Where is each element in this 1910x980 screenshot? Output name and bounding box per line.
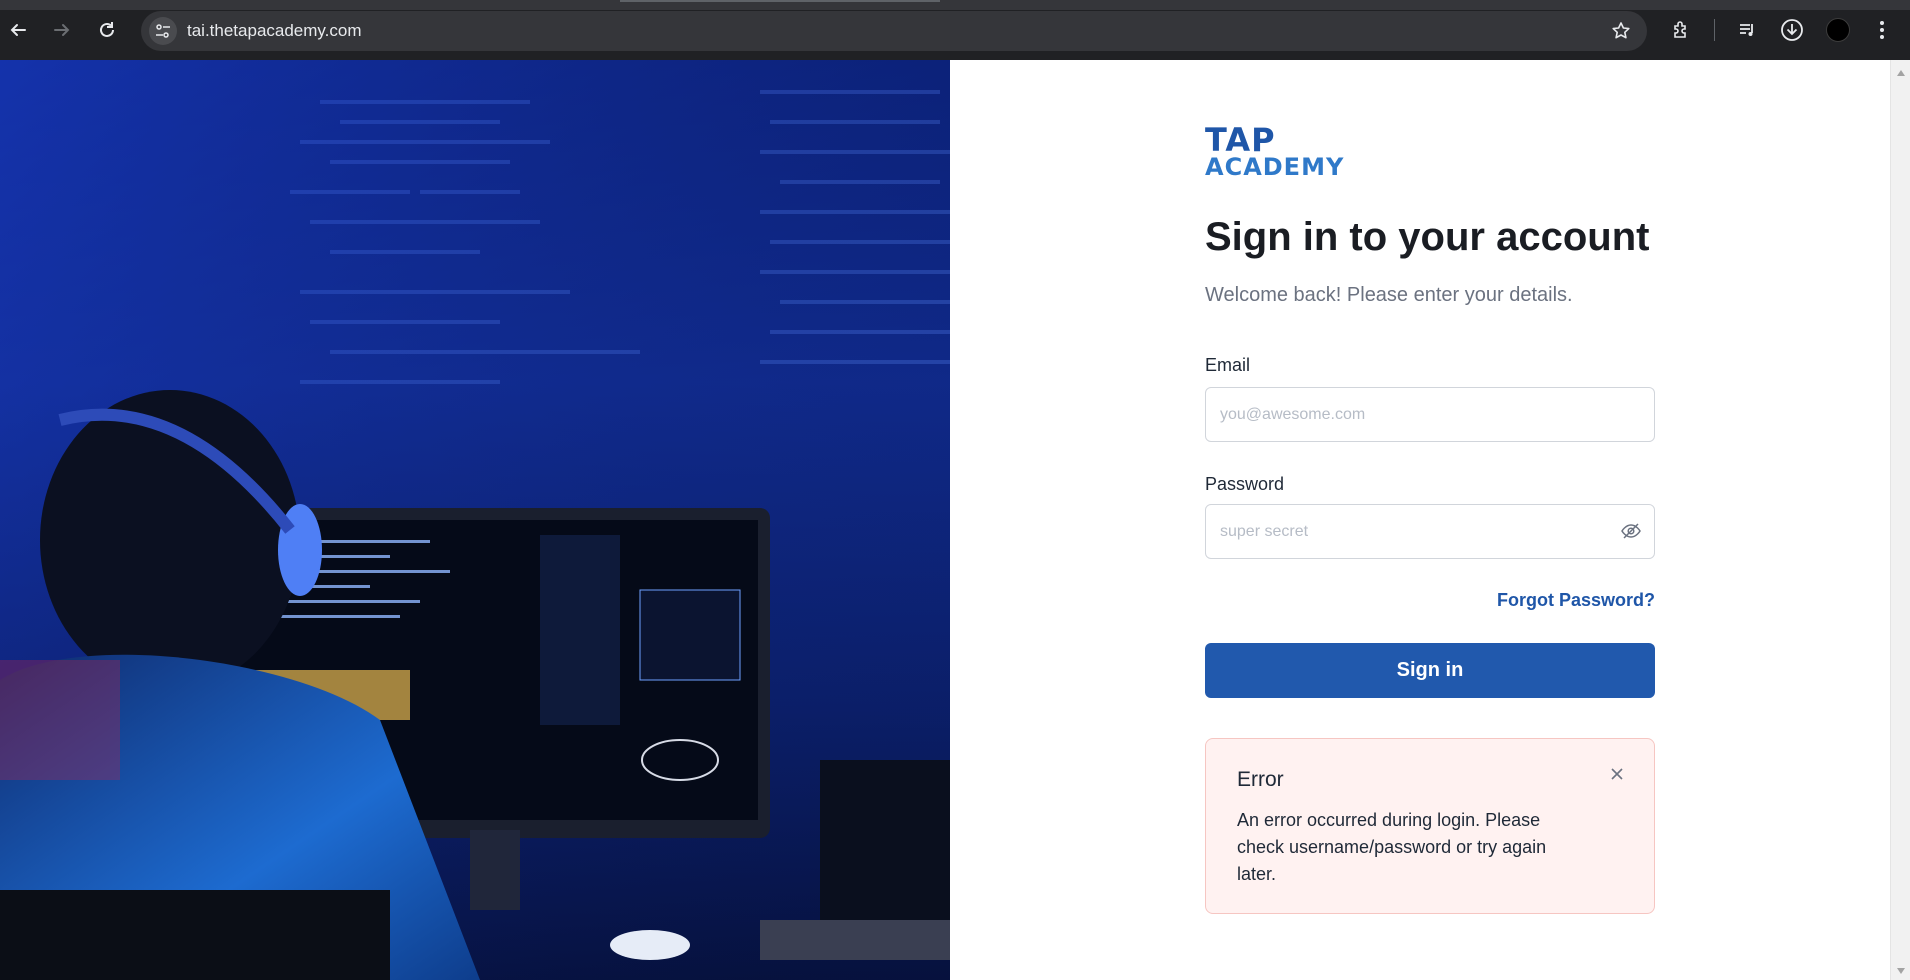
browser-toolbar: tai.thetapacademy.com (0, 0, 1910, 60)
extensions-icon[interactable] (1667, 16, 1695, 44)
tab-strip (0, 0, 1910, 10)
password-label: Password (1205, 474, 1285, 494)
error-message: An error occurred during login. Please c… (1237, 810, 1547, 884)
media-icon[interactable] (1733, 16, 1761, 44)
password-field[interactable] (1205, 504, 1655, 559)
bookmark-star-icon[interactable] (1609, 19, 1633, 43)
email-label: Email (1205, 355, 1251, 375)
email-field[interactable] (1205, 387, 1655, 442)
scroll-up-arrow[interactable] (1897, 70, 1905, 76)
error-alert: Error An error occurred during login. Pl… (1205, 738, 1655, 914)
sign-in-button[interactable]: Sign in (1205, 643, 1655, 698)
hero-developer-image (0, 60, 950, 980)
menu-icon[interactable] (1868, 16, 1896, 44)
hero-illustration (0, 60, 950, 980)
profile-avatar[interactable] (1826, 18, 1850, 42)
tab-edge (620, 0, 940, 2)
address-bar[interactable]: tai.thetapacademy.com (141, 11, 1647, 51)
forward-icon[interactable] (48, 16, 76, 44)
page-title: Sign in to your account (1205, 215, 1650, 259)
page-subtitle: Welcome back! Please enter your details. (1205, 284, 1573, 306)
tap-academy-logo: TAP ACADEMY (1205, 124, 1355, 186)
toolbar-divider (1714, 19, 1715, 41)
download-icon[interactable] (1778, 16, 1806, 44)
reload-icon[interactable] (93, 16, 121, 44)
url-text[interactable]: tai.thetapacademy.com (187, 11, 362, 51)
error-title: Error (1237, 768, 1284, 791)
logo-line-academy: ACADEMY (1205, 153, 1345, 181)
page-scrollbar[interactable] (1890, 60, 1910, 980)
logo-line-tap: TAP (1205, 121, 1276, 159)
site-info-icon[interactable] (149, 17, 177, 45)
eye-slash-icon[interactable] (1620, 520, 1642, 542)
scroll-down-arrow[interactable] (1897, 968, 1905, 974)
back-icon[interactable] (4, 16, 32, 44)
forgot-password-link[interactable]: Forgot Password? (1455, 590, 1655, 611)
close-icon[interactable] (1606, 763, 1628, 785)
